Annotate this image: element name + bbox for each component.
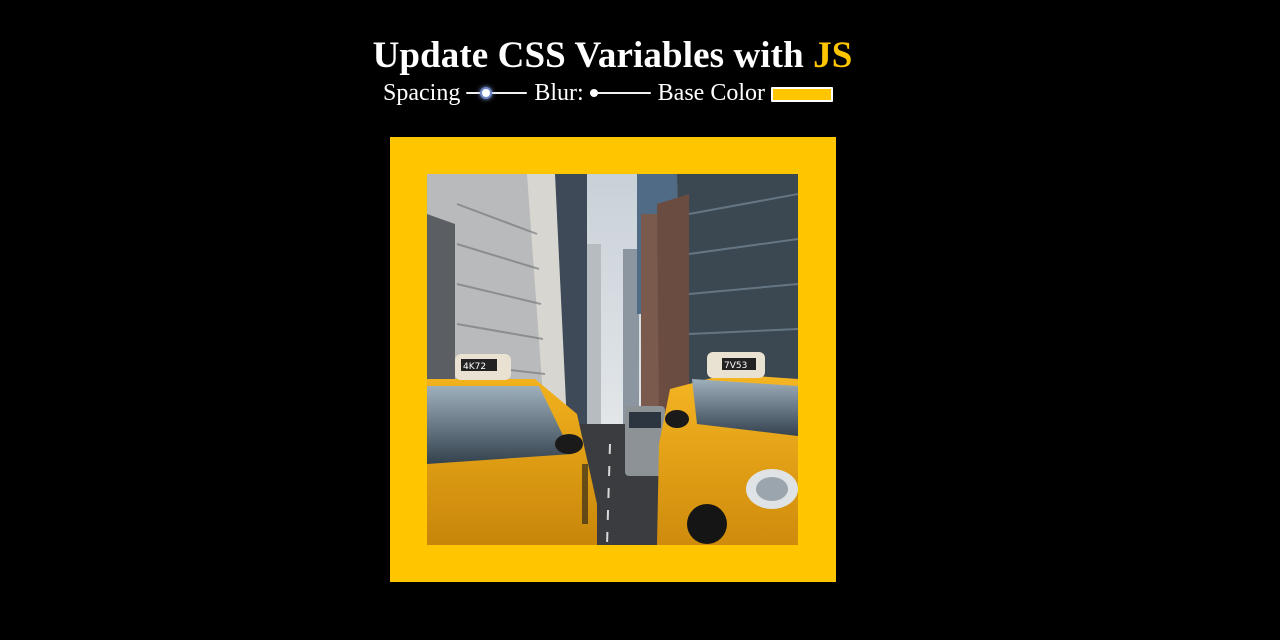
blur-label: Blur: [534, 80, 584, 106]
taxi-photo-illustration: 4K72 7V53 [427, 174, 798, 545]
image-frame: 4K72 7V53 [390, 137, 836, 582]
page-title: Update CSS Variables with JS [0, 34, 1225, 77]
spacing-slider[interactable] [466, 86, 528, 100]
controls-bar: Spacing Blur: Base Color [383, 78, 833, 108]
spacing-label: Spacing [383, 80, 461, 106]
base-color-picker[interactable] [771, 87, 833, 102]
spacing-slider-track [466, 92, 528, 94]
title-text: Update CSS Variables with [372, 35, 804, 76]
blur-slider-track [589, 92, 651, 94]
cab-number-right: 7V53 [724, 361, 747, 371]
spacing-slider-thumb[interactable] [482, 89, 491, 97]
taxi-photo: 4K72 7V53 [427, 174, 798, 545]
title-accent: JS [813, 35, 853, 76]
base-color-label: Base Color [657, 80, 765, 106]
page: Update CSS Variables with JS Spacing Blu… [0, 0, 1280, 640]
blur-slider[interactable] [589, 86, 651, 100]
cab-number-left: 4K72 [463, 362, 486, 372]
blur-slider-thumb[interactable] [589, 89, 598, 97]
